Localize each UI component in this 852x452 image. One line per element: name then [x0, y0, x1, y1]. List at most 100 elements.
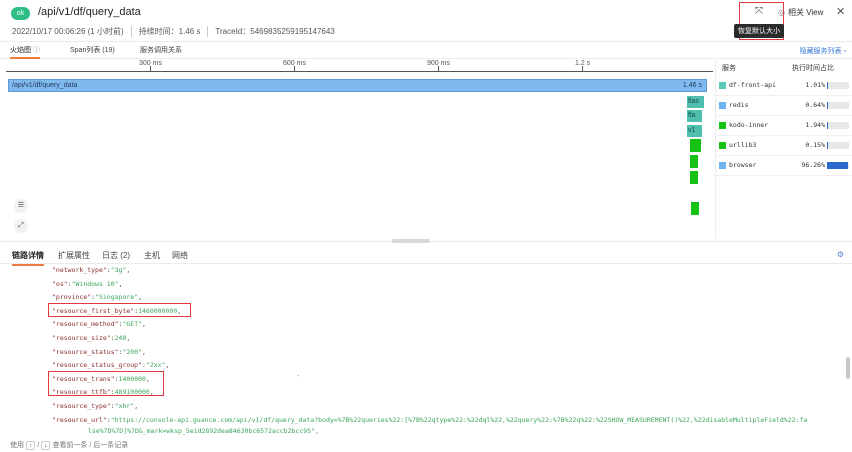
json-value: 240 [114, 334, 127, 342]
service-pct: 96.26% [801, 161, 825, 169]
related-view-label: 相关 View [787, 8, 824, 17]
root-span-bar[interactable]: /api/v1/df/query_data 1.46 s [8, 79, 707, 92]
hint-use: 使用 [10, 442, 24, 449]
pct-bar-track [827, 142, 849, 149]
hint-sep: / [37, 442, 40, 449]
pct-bar-track [827, 162, 849, 169]
json-key: "network_type" [52, 266, 107, 274]
json-punct: , [138, 293, 143, 302]
eye-icon: ◎ [778, 8, 785, 17]
service-name: urllib3 [729, 141, 757, 149]
json-key: "resource_type" [52, 402, 111, 410]
tab-host[interactable]: 主机 [144, 250, 160, 261]
service-row[interactable]: browser 96.26% [716, 156, 852, 176]
stray-mark: - [297, 373, 300, 380]
pct-bar-track [827, 122, 849, 129]
trace-id: TraceId：5469835259195147643 [207, 26, 341, 37]
resize-icon[interactable]: ⤢ [14, 219, 28, 233]
json-punct: , [142, 347, 146, 356]
json-line: "resource_status_group":"2xx", [52, 361, 170, 370]
span-bar[interactable]: flas [687, 96, 704, 108]
tab-span-list[interactable]: Span列表 (19) [70, 45, 115, 55]
ruler-tick-line [294, 66, 295, 71]
time-ruler: 300 ms 600 ms 900 ms 1.2 s [6, 60, 713, 72]
tab-extended-attributes[interactable]: 扩展属性 [58, 250, 90, 261]
service-row[interactable]: kodo-inner 1.94% [716, 116, 852, 136]
json-line: "resource_method":"GET", [52, 320, 146, 329]
json-value: "GET" [122, 320, 143, 329]
json-line: "network_type":"3g", [52, 266, 131, 274]
service-column-header: 服务 [722, 65, 736, 72]
service-name: df-front-api [729, 81, 776, 89]
service-pct: 1.94% [805, 121, 825, 129]
json-value: "Singapore" [95, 293, 139, 302]
pct-bar-fill [827, 122, 828, 129]
service-pct: 0.64% [805, 101, 825, 109]
tab-label: 火焰图 [10, 47, 31, 54]
pct-bar-fill [827, 82, 828, 89]
service-panel: 服务 执行时间占比 df-front-api 1.01% redis 0.64%… [715, 60, 852, 238]
json-line: "province":"Singapore", [52, 293, 143, 302]
span-bar[interactable] [690, 155, 698, 168]
json-key: "resource_url" [52, 415, 107, 424]
info-icon: ⓘ [33, 47, 40, 54]
settings-icon[interactable]: ⚙ [837, 250, 844, 259]
json-key: "os" [52, 279, 68, 288]
view-tabs: 火焰图 ⓘ Span列表 (19) 服务调用关系 隐藏服务列表 ▫ [0, 42, 852, 59]
service-pct: 1.01% [805, 81, 825, 89]
json-value: "200" [122, 347, 143, 356]
service-color-swatch [719, 102, 726, 109]
restore-size-icon[interactable]: ⤧ [753, 6, 765, 18]
detail-header: ok /api/v1/df/query_data 2022/10/17 00:0… [0, 0, 852, 42]
json-line: "resource_type":"xhr", [52, 402, 139, 410]
json-punct: , [165, 361, 170, 370]
service-color-swatch [719, 82, 726, 89]
service-name: browser [729, 161, 757, 169]
root-span-duration: 1.46 s [682, 82, 702, 89]
tab-flame-graph[interactable]: 火焰图 ⓘ [10, 45, 40, 59]
pct-bar-fill [827, 102, 828, 109]
tab-network[interactable]: 网络 [172, 250, 188, 261]
json-punct: , [118, 279, 123, 288]
status-badge: ok [11, 7, 30, 20]
page-title: /api/v1/df/query_data [38, 6, 141, 18]
list-icon[interactable]: ☰ [14, 199, 28, 213]
pct-bar-fill [827, 162, 849, 169]
close-icon[interactable]: ✕ [836, 5, 845, 18]
json-punct: , [142, 320, 146, 329]
json-key: "resource_size" [52, 334, 111, 342]
hide-list-label: 隐藏服务列表 [799, 48, 842, 55]
service-row[interactable]: urllib3 0.15% [716, 136, 852, 156]
detail-tabs: 链路详情 扩展属性 日志 (2) 主机 网络 ⚙ [0, 246, 852, 266]
json-line: "resource_url":"https://console-api.guan… [52, 415, 808, 424]
tab-service-map[interactable]: 服务调用关系 [140, 45, 182, 55]
span-bar[interactable]: v1 [687, 125, 702, 137]
json-punct: , [126, 334, 131, 342]
related-view-button[interactable]: ◎ 相关 View [778, 7, 823, 18]
timestamp: 2022/10/17 00:06:26 (1 小时前) [12, 27, 124, 36]
json-value: "3g" [110, 266, 127, 274]
span-bar[interactable] [690, 139, 701, 152]
trace-meta: 2022/10/17 00:06:26 (1 小时前) 持续时间：1.46 s … [12, 26, 342, 37]
service-pct: 0.15% [805, 141, 825, 149]
service-row[interactable]: redis 0.64% [716, 96, 852, 116]
pct-bar-fill [827, 142, 828, 149]
span-bar[interactable] [691, 202, 699, 215]
scrollbar[interactable] [846, 357, 850, 379]
json-key: "resource_method" [52, 320, 119, 329]
tab-logs[interactable]: 日志 (2) [102, 250, 130, 261]
hide-service-list-link[interactable]: 隐藏服务列表 ▫ [800, 46, 846, 56]
json-value: "Windows 10" [71, 279, 119, 288]
key-up: ↑ [26, 441, 36, 450]
json-line: "resource_size":240, [52, 334, 131, 342]
keyboard-hint: 使用 ↑ / ↓ 查看前一条 / 后一条记录 [10, 440, 128, 450]
flame-graph: /api/v1/df/query_data 1.46 s flas fla v1… [6, 76, 713, 236]
span-bar[interactable]: fla [687, 110, 702, 122]
tab-trace-detail[interactable]: 链路详情 [12, 250, 44, 266]
resize-handle[interactable] [392, 239, 430, 243]
highlight-trans-ttfb [48, 371, 164, 396]
json-line: "resource_status":"200", [52, 347, 146, 356]
service-row[interactable]: df-front-api 1.01% [716, 76, 852, 96]
json-value: "https://console-api.guance.com/api/v1/d… [110, 415, 808, 424]
span-bar[interactable] [690, 171, 698, 184]
